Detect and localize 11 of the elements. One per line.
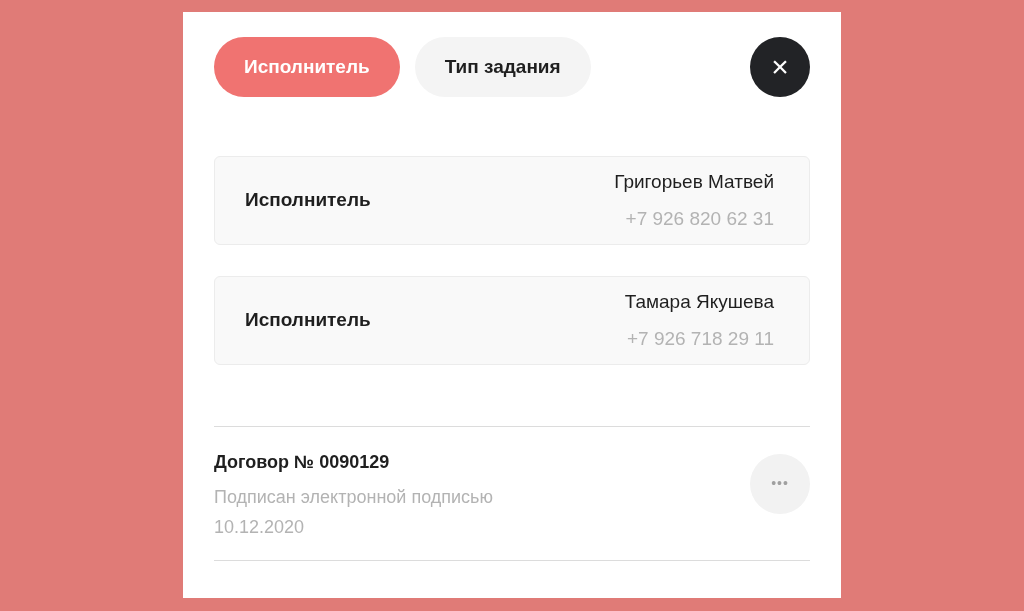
tab[interactable]: Тип задания xyxy=(414,37,591,97)
executor-phone: +7 926 820 62 31 xyxy=(625,206,774,231)
executor-name: Григорьев Матвей xyxy=(614,170,774,194)
executor-label: Исполнитель xyxy=(245,308,371,333)
executor-label: Исполнитель xyxy=(245,188,371,213)
executor-name: Тамара Якушева xyxy=(624,290,774,314)
executor-phone: +7 926 718 29 11 xyxy=(626,326,774,351)
contract-date: 10.12.2020 xyxy=(214,516,306,538)
close-button[interactable]: × xyxy=(750,37,810,97)
contract-status: Подписан электронной подписью xyxy=(214,486,493,508)
contract-title: Договор № 0090129 xyxy=(214,451,391,474)
